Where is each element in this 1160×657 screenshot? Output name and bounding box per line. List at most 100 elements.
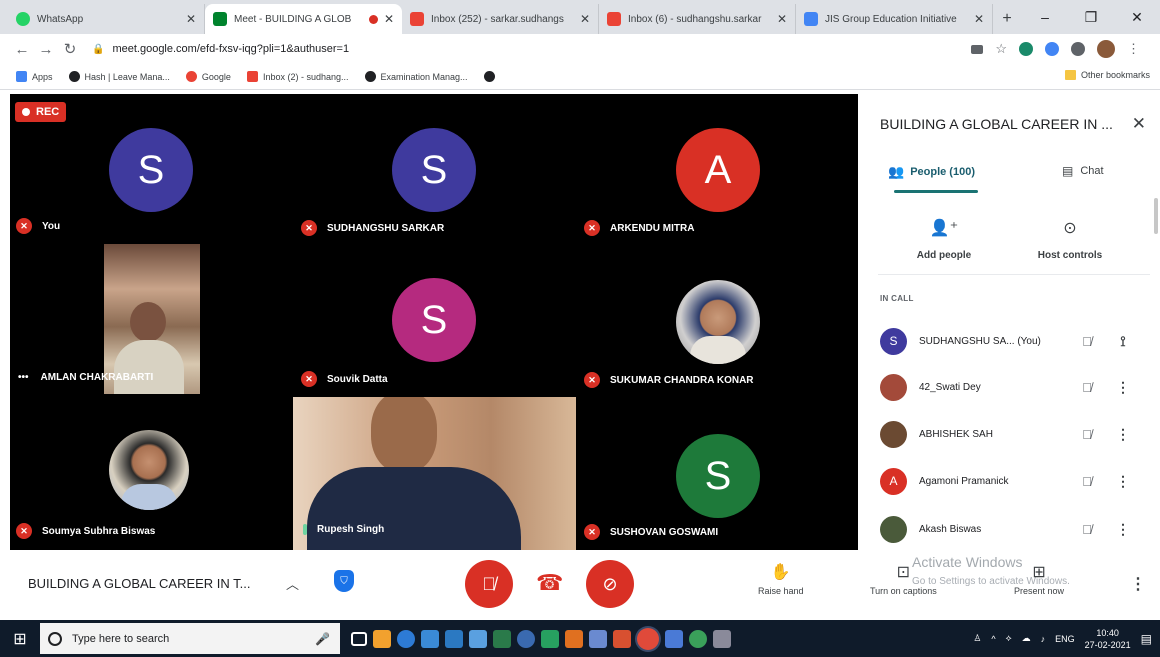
browser-tab-strip: WhatsApp ✕ Meet - BUILDING A GLOB ✕ Inbo…	[0, 0, 1160, 34]
bookmark-hash[interactable]: Hash | Leave Mana...	[68, 71, 170, 82]
raise-hand-button[interactable]: ✋ Raise hand	[758, 562, 804, 596]
app-icon[interactable]	[565, 629, 583, 648]
participant-name: ✕ SUKUMAR CHANDRA KONAR	[584, 372, 754, 388]
clock[interactable]: 10:40 27-02-2021	[1085, 627, 1131, 651]
notification-icon[interactable]: ▤	[1141, 632, 1152, 646]
close-icon[interactable]: ✕	[1132, 114, 1146, 134]
tab-people[interactable]: 👥 People (100)	[888, 164, 975, 180]
hand-icon: ✋	[770, 564, 791, 581]
back-icon[interactable]: ←	[10, 41, 34, 58]
present-now-button[interactable]: ⊞ Present now	[1014, 562, 1064, 596]
chrome-icon[interactable]	[689, 629, 707, 648]
cloud-icon[interactable]: ☁	[1022, 633, 1031, 644]
profile-avatar[interactable]	[1097, 40, 1115, 58]
panel-scrollbar[interactable]	[1154, 198, 1158, 234]
mic-off-icon[interactable]: 🎙̸	[1077, 522, 1097, 537]
edge-icon[interactable]	[397, 629, 415, 648]
task-view-icon[interactable]	[351, 631, 367, 646]
people-icon[interactable]: ♙	[973, 633, 981, 644]
camera-toggle-button[interactable]: ⊘	[586, 560, 634, 608]
app-icon[interactable]	[613, 629, 631, 648]
mic-off-icon[interactable]: 🎙̸	[1077, 380, 1097, 395]
more-options-icon[interactable]: ⋮	[1113, 379, 1133, 396]
forward-icon[interactable]: →	[34, 41, 58, 58]
camera-icon[interactable]	[971, 44, 984, 54]
url-field[interactable]: 🔒 meet.google.com/efd-fxsv-iqg?pli=1&aut…	[92, 37, 971, 61]
list-item[interactable]: A Agamoni Pramanick 🎙̸ ⋮	[880, 466, 1140, 496]
bookmark-apps[interactable]: Apps	[16, 71, 53, 82]
tab-inbox-252[interactable]: Inbox (252) - sarkar.sudhangs ✕	[402, 4, 599, 34]
pin-icon[interactable]: ⟟	[1113, 333, 1133, 350]
meeting-title[interactable]: BUILDING A GLOBAL CAREER IN T...	[28, 576, 251, 591]
bookmark-globe[interactable]	[483, 71, 500, 82]
store-icon[interactable]	[373, 629, 391, 648]
close-icon[interactable]: ✕	[384, 12, 394, 26]
participant-name: ✕ ARKENDU MITRA	[584, 220, 694, 236]
tab-inbox-6[interactable]: Inbox (6) - sudhangshu.sarkar ✕	[599, 4, 796, 34]
more-options-icon[interactable]: ⋮	[1113, 473, 1133, 490]
add-people-button[interactable]: 👤⁺ Add people	[894, 218, 994, 261]
star-icon[interactable]: ☆	[995, 41, 1007, 57]
windows-start-icon[interactable]: ⊞	[0, 620, 40, 657]
app-icon[interactable]	[541, 629, 559, 648]
microphone-icon[interactable]: 🎤	[315, 632, 330, 646]
chrome-icon[interactable]	[637, 627, 659, 650]
chevron-up-icon[interactable]: ︿	[286, 574, 299, 593]
mic-off-icon[interactable]: 🎙̸	[1077, 474, 1097, 489]
app-icon[interactable]	[493, 629, 511, 648]
bookmark-exam[interactable]: Examination Manag...	[364, 71, 468, 82]
app-icon[interactable]	[589, 629, 607, 648]
more-options-icon[interactable]: ⋮	[1113, 521, 1133, 538]
hang-up-button[interactable]: ☎	[536, 570, 563, 596]
mic-toggle-button[interactable]: 🎙̸	[465, 560, 513, 608]
more-options-icon[interactable]: ⋮	[1113, 426, 1133, 443]
close-icon[interactable]: ✕	[974, 12, 984, 26]
extension-icon[interactable]	[1045, 42, 1059, 56]
app-icon[interactable]	[421, 629, 439, 648]
taskbar-search[interactable]: Type here to search 🎤	[40, 623, 340, 654]
app-icon[interactable]	[713, 629, 731, 648]
bookmark-label: Inbox (2) - sudhang...	[262, 71, 349, 82]
network-icon[interactable]: ⟡	[1006, 633, 1012, 644]
other-bookmarks[interactable]: Other bookmarks	[1064, 70, 1150, 80]
language-indicator[interactable]: ENG	[1055, 634, 1075, 644]
puzzle-icon[interactable]	[1071, 42, 1085, 56]
bookmark-google[interactable]: Google	[185, 71, 231, 82]
reload-icon[interactable]: ↻	[58, 40, 82, 58]
close-icon[interactable]: ✕	[186, 12, 196, 26]
list-item[interactable]: Akash Biswas 🎙̸ ⋮	[880, 514, 1140, 544]
tab-meet[interactable]: Meet - BUILDING A GLOB ✕	[205, 4, 402, 34]
more-options-icon[interactable]: •••	[18, 372, 29, 383]
bookmark-inbox[interactable]: Inbox (2) - sudhang...	[246, 71, 349, 82]
shield-icon[interactable]: ⛉	[334, 570, 354, 592]
app-icon[interactable]	[469, 629, 487, 648]
host-controls-button[interactable]: ⊙ Host controls	[1020, 218, 1120, 261]
minimize-button[interactable]: –	[1022, 0, 1068, 34]
new-tab-button[interactable]: +	[993, 4, 1021, 34]
list-item[interactable]: S SUDHANGSHU SA... (You) 🎙̸ ⟟	[880, 326, 1140, 356]
avatar-initial: S	[889, 334, 898, 348]
mic-off-icon[interactable]: 🎙̸	[1077, 334, 1097, 349]
tab-whatsapp[interactable]: WhatsApp ✕	[8, 4, 205, 34]
volume-icon[interactable]: ♪	[1041, 634, 1046, 644]
maximize-button[interactable]: ❐	[1068, 0, 1114, 34]
app-icon[interactable]	[665, 629, 683, 648]
close-window-button[interactable]: ✕	[1114, 0, 1160, 34]
chevron-up-icon[interactable]: ^	[991, 634, 995, 644]
tab-chat[interactable]: ▤ Chat	[1062, 164, 1104, 178]
list-item[interactable]: ABHISHEK SAH 🎙̸ ⋮	[880, 419, 1140, 449]
list-item[interactable]: 42_Swati Dey 🎙̸ ⋮	[880, 372, 1140, 402]
more-options-icon[interactable]: ⋮	[1130, 574, 1146, 594]
present-icon: ⊞	[1032, 564, 1046, 581]
app-icon[interactable]	[517, 629, 535, 648]
record-dot-icon	[22, 108, 30, 116]
menu-icon[interactable]: ⋮	[1127, 41, 1140, 57]
mic-off-icon[interactable]: 🎙̸	[1077, 427, 1097, 442]
tab-jis-group[interactable]: JIS Group Education Initiative ✕	[796, 4, 993, 34]
bookmark-label: Apps	[32, 71, 53, 82]
close-icon[interactable]: ✕	[777, 12, 787, 26]
app-icon[interactable]	[445, 629, 463, 648]
name-label: Soumya Subhra Biswas	[42, 525, 156, 537]
close-icon[interactable]: ✕	[580, 12, 590, 26]
extension-icon[interactable]	[1019, 42, 1033, 56]
